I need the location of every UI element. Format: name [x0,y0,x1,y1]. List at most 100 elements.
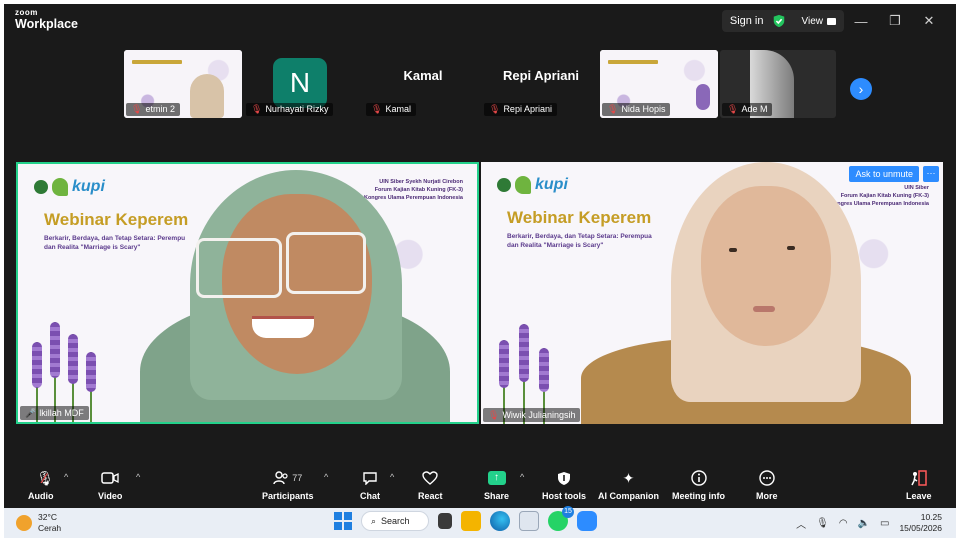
participant-thumb[interactable]: Repi Apriani 🎙 Repi Apriani [482,50,600,118]
participant-thumb[interactable]: 🎙 Ade M [720,50,836,118]
participant-thumb[interactable]: 🎙 etmin 2 [124,50,242,118]
weather-widget[interactable]: 32°C Cerah [16,512,61,534]
org-emblem-icon [34,180,48,194]
mic-muted-icon: 🎙 ⁄ [36,470,54,486]
video-tile[interactable]: kupi UIN Siber Forum Kajian Kitab Kuning… [481,162,943,424]
minimize-button[interactable]: — [844,14,878,29]
mic-muted-icon: 🎙 [488,410,500,420]
security-shield-icon[interactable] [772,14,786,28]
notification-badge: 15 [562,506,574,518]
participant-name-tag: 🎙 Nida Hopis [602,103,671,116]
participant-name: Nurhayati Rizky [265,104,329,114]
leaf-icon [515,176,531,194]
clock[interactable]: 10.25 15/05/2026 [899,512,942,534]
video-button[interactable]: Video [98,468,122,501]
ai-companion-label: AI Companion [598,491,659,501]
audio-options-caret-icon[interactable]: ^ [64,472,68,482]
participant-name: Wiwik Julianingsih [502,410,576,420]
participant-name-tag: 🎙 Nurhayati Rizky [246,103,334,116]
file-explorer-icon[interactable] [461,511,481,531]
weather-condition: Cerah [38,523,62,533]
mic-muted-icon: 🎙 [607,104,619,114]
brand-bottom: Workplace [15,17,78,31]
leave-label: Leave [906,491,932,501]
slide-title-bar [608,60,658,64]
participant-display-name: Kamal [403,68,443,83]
leave-door-icon [910,468,928,488]
zoom-meeting-window: zoom Workplace Sign in View — ❐ ✕ 🎙 etmi… [4,4,956,508]
lavender-decoration [696,84,710,110]
participant-thumb[interactable]: 🎙 Nida Hopis [600,50,718,118]
meeting-controls: 🎙 ⁄ Audio ^ Video ^ 77 Participants ^ Cha… [4,464,956,508]
chat-label: Chat [360,491,380,501]
leave-button[interactable]: Leave [906,468,932,501]
ask-to-unmute-button[interactable]: Ask to unmute [849,166,919,182]
tile-more-options-button[interactable]: ··· [923,166,939,182]
brand-top: zoom [15,8,38,17]
share-options-caret-icon[interactable]: ^ [520,472,524,482]
task-view-icon[interactable] [438,513,452,529]
participants-button[interactable]: 77 Participants [262,468,314,501]
close-button[interactable]: ✕ [912,13,946,29]
chat-options-caret-icon[interactable]: ^ [390,472,394,482]
react-button[interactable]: React [418,468,443,501]
audio-label: Audio [28,491,54,501]
heart-icon [422,468,438,488]
more-label: More [756,491,778,501]
volume-icon[interactable]: 🔈 [858,518,870,529]
edge-browser-icon[interactable] [490,511,510,531]
wifi-icon[interactable]: ◠ [839,518,848,529]
chat-button[interactable]: Chat [360,468,380,501]
search-icon: ⌕ [371,515,377,526]
whatsapp-icon[interactable]: 15 [548,506,574,531]
host-tools-button[interactable]: Host tools [542,468,586,501]
mic-muted-icon: 🎙 [371,104,383,114]
participant-name-tag: 🎙 Repi Apriani [484,103,557,116]
video-options-caret-icon[interactable]: ^ [136,472,140,482]
ai-companion-button[interactable]: ✦ AI Companion [598,468,659,501]
share-screen-icon: ↑ [487,468,506,488]
audio-button[interactable]: 🎙 ⁄ Audio [28,468,54,501]
participant-name-tag: 🎙 Ade M [722,103,773,116]
slide-title-bar [132,60,182,64]
participant-name: Repi Apriani [503,104,552,114]
kupi-logo: kupi [497,176,568,194]
participants-count: 77 [292,473,303,483]
show-hidden-icons-chevron-icon[interactable]: ︿ [796,516,806,531]
participant-thumb[interactable]: N 🎙 Nurhayati Rizky [244,50,362,118]
participant-name: etmin 2 [145,104,175,114]
info-icon [690,468,707,488]
windows-start-icon[interactable] [334,512,352,530]
mic-muted-icon: 🎙 [727,104,739,114]
zoom-logo: zoom Workplace [15,9,78,31]
participants-options-caret-icon[interactable]: ^ [324,472,328,482]
view-button[interactable]: View [794,16,836,27]
participant-display-name: Repi Apriani [502,68,580,83]
participant-name-tag: 🎙 Wiwik Julianingsih [483,408,581,422]
participant-video [581,162,921,424]
taskbar-search[interactable]: ⌕ Search [361,511,429,531]
battery-icon[interactable]: ▭ [880,518,889,529]
zoom-app-icon[interactable] [577,511,597,531]
signin-group: Sign in View [721,10,844,32]
participant-name: lkillah MDF [39,408,84,418]
more-dots-icon [759,468,775,488]
grid-view-icon [827,17,836,25]
video-tile-active-speaker[interactable]: kupi UIN Siber Syekh Nurjati Cirebon For… [16,162,479,424]
temperature: 32°C [38,512,57,522]
sparkle-icon: ✦ [622,470,635,486]
windows-taskbar: 32°C Cerah ⌕ Search 15 ︿ 🎙 ◠ 🔈 ▭ 10.25 1… [4,506,956,538]
more-button[interactable]: More [756,468,778,501]
share-button[interactable]: ↑ Share [484,468,509,501]
sign-in-button[interactable]: Sign in [730,15,764,27]
kupi-logo: kupi [34,178,105,196]
react-label: React [418,491,443,501]
meeting-info-button[interactable]: Meeting info [672,468,725,501]
participant-strip: 🎙 etmin 2 N 🎙 Nurhayati Rizky Kamal 🎙 Ka… [4,50,956,120]
weather-sun-icon [16,515,32,531]
snipping-tool-icon[interactable] [519,511,539,531]
restore-button[interactable]: ❐ [878,13,912,29]
participant-thumb[interactable]: Kamal 🎙 Kamal [364,50,482,118]
microphone-icon[interactable]: 🎙 [816,518,829,529]
next-page-arrow-icon[interactable]: › [850,78,872,100]
